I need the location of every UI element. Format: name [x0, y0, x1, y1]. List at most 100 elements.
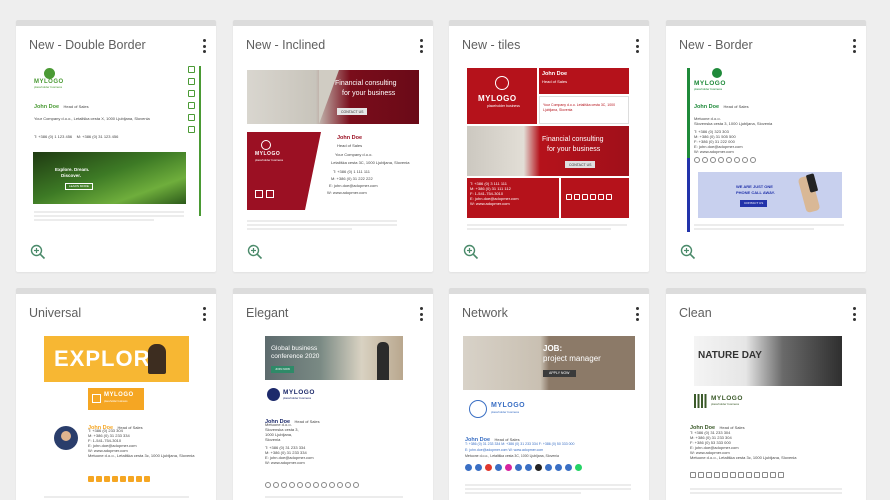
logo-panel: MYLOGO placeholder business [247, 132, 305, 210]
logo [712, 68, 722, 78]
signature-role: Head of Sales [542, 79, 568, 84]
signature-name: John Doe [694, 104, 720, 110]
signature-web: W: www.adopmer.com [265, 460, 305, 465]
logo-tagline: placeholder business [283, 396, 312, 400]
card-title: Clean [679, 306, 712, 320]
disclaimer [247, 218, 397, 232]
disclaimer [44, 494, 189, 500]
logo-text: MYLOGO [694, 80, 726, 87]
card-title: New - Double Border [29, 38, 146, 52]
signature-email: E: john.doe@adopmer.com [329, 183, 378, 188]
template-card-network[interactable]: Network JOB: project manager APPLY NOW M… [449, 288, 649, 500]
kebab-menu-icon[interactable] [635, 307, 639, 321]
social-tile [561, 178, 629, 218]
card-title: Elegant [246, 306, 289, 320]
signature-address: Metuone d.o.o., Letališka cesta 3C, 1000… [465, 454, 559, 458]
banner-line2: for your business [547, 146, 601, 153]
banner-line1: Financial consulting [335, 80, 397, 87]
card-title: New - Border [679, 38, 753, 52]
logo-tagline: placeholder business [34, 85, 63, 89]
banner-text: NATURE DAY [698, 350, 762, 361]
accent-border [199, 66, 201, 216]
template-preview[interactable]: Financial consulting for your business C… [247, 66, 419, 232]
logo-text: MYLOGO [478, 94, 517, 103]
signature-company: Your Company d.o.o. Letališka cesta 3C, … [543, 103, 616, 112]
template-card-clean[interactable]: Clean NATURE DAY MYLOGO placeholder busi… [666, 288, 866, 500]
logo-text: MYLOGO [104, 392, 134, 398]
template-preview[interactable]: MYLOGO placeholder business John Doe Hea… [680, 66, 852, 232]
kebab-menu-icon[interactable] [419, 39, 423, 53]
card-title: New - tiles [462, 38, 521, 52]
social-icons [188, 66, 196, 221]
banner-line2: Discover. [61, 173, 82, 178]
signature-address: Slovenska cesta 3, 1000 Ljubljana, Slove… [694, 121, 773, 126]
kebab-menu-icon[interactable] [202, 307, 206, 321]
promo-banner: WE ARE JUST ONE PHONE CALL AWAY. CONTACT… [698, 172, 842, 218]
signature-phone: T: +386 (0) 1 123 456 [34, 134, 73, 139]
kebab-menu-icon[interactable] [852, 39, 856, 53]
logo-tagline: placeholder business [694, 87, 723, 91]
template-preview[interactable]: NATURE DAY MYLOGO placeholder business J… [680, 334, 852, 500]
social-icons [88, 476, 150, 482]
signature-email-web: E: john.doe@adopmer.com W: www.adopmer.c… [465, 448, 544, 452]
signature-mobile: M: +386 (0) 31 222 222 [331, 176, 373, 181]
social-icons [465, 464, 582, 471]
kebab-menu-icon[interactable] [419, 307, 423, 321]
logo-text: MYLOGO [491, 402, 526, 409]
disclaimer [467, 222, 627, 232]
signature-company: Your Company d.o.o. [335, 152, 373, 157]
signature-phone: T: +386 (0) 1 111 111 [333, 169, 370, 174]
card-title: Universal [29, 306, 82, 320]
banner-image: NATURE DAY [694, 336, 842, 386]
zoom-in-icon[interactable] [30, 244, 46, 260]
disclaimer [694, 222, 844, 232]
template-preview[interactable]: MYLOGO placeholder business John Doe Hea… [463, 66, 635, 232]
signature-role: Head of Sales [723, 104, 749, 109]
social-icons [694, 157, 844, 163]
disclaimer [265, 494, 403, 500]
banner-image: Financial consulting for your business C… [247, 70, 419, 124]
kebab-menu-icon[interactable] [635, 39, 639, 53]
banner-line2: project manager [543, 354, 601, 363]
banner-line2: conference 2020 [271, 353, 320, 360]
logo-text: MYLOGO [711, 395, 743, 402]
zoom-in-icon[interactable] [247, 244, 263, 260]
banner-image: Financial consulting for your business C… [467, 126, 629, 176]
kebab-menu-icon[interactable] [852, 307, 856, 321]
banner-button: CONTACT US [337, 108, 368, 115]
template-card-elegant[interactable]: Elegant Global business conference 2020 … [233, 288, 433, 500]
logo-tagline: placeholder business [104, 400, 128, 403]
template-preview[interactable]: MYLOGO placeholder business John Doe Hea… [30, 66, 202, 232]
banner-image: Explore. Dream. Discover. LEARN MORE [33, 152, 186, 204]
logo [44, 68, 186, 79]
banner-button: APPLY NOW [543, 370, 576, 377]
logo-text: MYLOGO [255, 151, 281, 157]
template-preview[interactable]: EXPLORE MYLOGO placeholder business John… [30, 334, 202, 500]
template-preview[interactable]: Global business conference 2020 JOIN NOW… [247, 334, 419, 500]
kebab-menu-icon[interactable] [202, 39, 206, 53]
contacts-tile: T: +386 (0) 3 111 111 M: +386 (0) 31 111… [467, 178, 559, 218]
signature-name: John Doe [34, 104, 60, 110]
signature-web: W: www.adopmer.com [470, 201, 510, 206]
card-title: Network [462, 306, 508, 320]
zoom-in-icon[interactable] [680, 244, 696, 260]
signature-block: John Doe Head of Sales Your Company d.o.… [323, 135, 410, 195]
logo-tagline: placeholder business [255, 158, 284, 162]
template-preview[interactable]: JOB: project manager APPLY NOW MYLOGO pl… [463, 334, 635, 500]
logo-text: MYLOGO [283, 389, 315, 396]
template-card-double-border[interactable]: New - Double Border MYLOGO placeholder b… [16, 20, 216, 272]
signature-web: W: www.adopmer.com [327, 190, 367, 195]
template-card-border[interactable]: New - Border MYLOGO placeholder business… [666, 20, 866, 272]
banner-line1: JOB: [543, 344, 563, 353]
signature-address: Metuone d.o.o., Letališka cesta 3c, 1000… [690, 455, 797, 460]
logo-tagline: placeholder business [491, 410, 520, 414]
signature-address-line3: Slovenia [265, 437, 281, 442]
zoom-in-icon[interactable] [463, 244, 479, 260]
template-card-tiles[interactable]: New - tiles MYLOGO placeholder business … [449, 20, 649, 272]
banner-button: LEARN MORE [65, 183, 93, 190]
avatar [54, 426, 78, 450]
signature-web: W: www.adopmer.com [694, 149, 734, 154]
template-card-universal[interactable]: Universal EXPLORE MYLOGO placeholder bus… [16, 288, 216, 500]
banner-line1: Global business [271, 345, 318, 352]
template-card-inclined[interactable]: New - Inclined Financial consulting for … [233, 20, 433, 272]
